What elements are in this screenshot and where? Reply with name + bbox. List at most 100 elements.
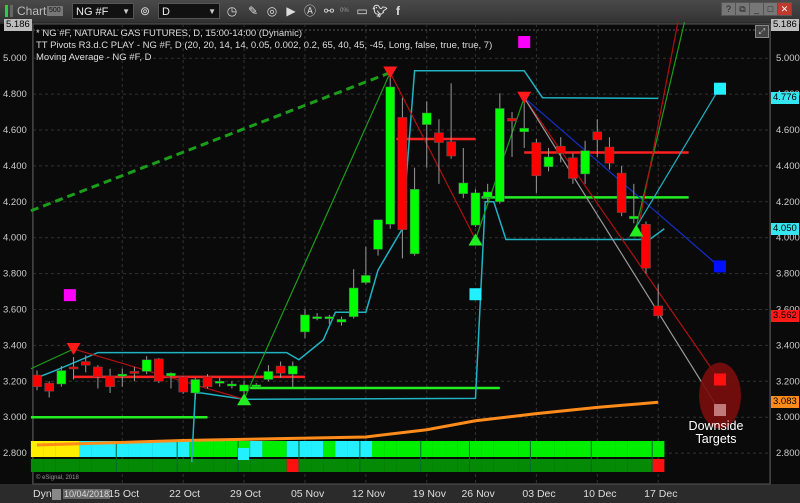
trend-strip-bottom-cell [530,459,543,472]
trend-strip-bottom-cell [286,459,299,472]
facebook-icon[interactable]: f [390,3,406,19]
candle-body [214,381,225,384]
trend-strip-bottom-cell [469,459,482,472]
trend-strip-bottom-cell [505,459,519,472]
price-chart[interactable]: 5.0005.0004.8004.8004.6004.6004.4004.400… [0,22,800,503]
start-date[interactable]: 10/04/2018 [63,489,111,499]
clock-icon[interactable]: ◷ [224,3,240,19]
trend-strip-bottom-cell [262,459,275,472]
maximize-button[interactable]: □ [763,2,778,16]
trend-strip-top-cell [189,441,202,457]
trend-strip-bottom-cell [384,459,397,472]
trend-strip-bottom-cell [566,459,580,472]
trend-strip-top-cell [615,441,628,457]
candle-body [129,371,140,374]
x-tick-label: 12 Nov [351,488,386,500]
y-tick-label-right: 3.400 [776,340,800,351]
price-tag: 4.050 [771,222,799,235]
y-tick-label-left: 4.200 [3,197,27,208]
candle-body [239,384,249,392]
pencil-icon[interactable]: ✎ [245,3,261,19]
y-tick-label-left: 3.000 [3,412,27,423]
chat-icon[interactable]: ▭ [354,3,370,19]
trend-strip-bottom-cell [152,459,165,472]
x-tick-label: 10 Dec [583,488,617,500]
candle-body [434,132,444,143]
expand-icon[interactable]: ⤢ [755,25,769,38]
legend-symbol: * NG #F, NATURAL GAS FUTURES, D, 15:00-1… [36,28,303,39]
candle-body [519,127,529,133]
chevron-down-icon: ▼ [122,7,130,16]
candle-body [422,112,432,125]
price-tag: 3.562 [771,310,799,323]
marker-square-magenta [63,289,76,302]
trend-strip-bottom-cell [603,459,616,472]
trend-strip-top-cell [371,441,385,457]
trend-strip-top-cell [396,441,409,457]
trend-strip-bottom-cell [420,459,433,472]
y-tick-label-right: 2.800 [776,448,800,459]
candle-body [397,117,408,230]
trend-strip-top-cell [530,441,543,457]
candle-body [68,366,79,370]
calendar-icon[interactable] [52,489,61,500]
candle-body [409,188,420,255]
link-icon[interactable]: ⊚ [137,3,153,19]
y-tick-label-left: 4.400 [3,161,27,172]
trend-strip-bottom-cell [103,459,117,472]
target-square-rosy [714,404,726,417]
candle-body [166,372,176,377]
twitter-icon[interactable]: 🐦︎ [372,3,388,19]
trend-strip-top-cell [591,441,604,457]
minimize-button[interactable]: _ [749,2,764,16]
trend-strip-top-cell [311,441,324,457]
x-tick-label: 05 Nov [290,488,325,500]
trend-strip-bottom-cell [298,459,312,472]
window-title: Chart [17,4,47,18]
candle-body [324,316,335,319]
symbol-dropdown[interactable]: NG #F ▼ [72,3,134,19]
trend-strip-bottom-cell [445,459,458,472]
candle-body [592,131,603,141]
chart-badge[interactable]: 500 [47,6,63,16]
candle-body [385,86,395,225]
trend-strip-bottom-cell [396,459,409,472]
candle-body [458,182,469,194]
candle-body [495,108,505,203]
alert-icon[interactable]: Ⓐ [302,3,318,19]
trend-strip-top-cell [140,441,153,457]
trend-strip-top-cell [408,441,421,457]
trend-strip-bottom-cell [579,459,592,472]
trend-strip-top-cell [298,441,312,457]
trend-strip-bottom-cell [67,459,80,472]
y-tick-label-right: 3.000 [776,412,800,423]
trend-strip-bottom-cell [347,459,360,472]
x-tick-label: 17 Dec [644,488,678,500]
plot-area [32,23,771,485]
trend-strip-bottom-cell [652,459,665,472]
candle-body [154,358,164,382]
play-icon[interactable]: ▶ [283,3,299,19]
downside-targets-label: Downside Targets [686,420,746,446]
percent-label: 0% [340,8,349,14]
x-tick-label: 15 Oct [108,488,140,500]
close-button[interactable]: ✕ [777,2,792,16]
trend-strip-top-cell [225,441,239,457]
restore-button[interactable]: ⧉ [735,2,750,16]
help-button[interactable]: ? [721,2,736,16]
trend-strip-bottom-cell [591,459,604,472]
candle-body [336,319,347,323]
price-tag: 3.083 [771,396,799,409]
trend-strip-top-cell [481,441,494,457]
trend-strip-top-cell [250,441,263,457]
y-tick-label-left: 4.000 [3,233,27,244]
interval-dropdown[interactable]: D ▼ [158,3,220,19]
trend-strip-bottom-cell [335,459,348,472]
chain-icon[interactable]: ⚯ [321,3,337,19]
candle-body [312,316,322,319]
price-tag-left: 5.186 [4,18,32,31]
trend-strip-top-cell [201,441,214,457]
indicator-icon[interactable]: ◎ [264,3,280,19]
candle-body [80,361,91,366]
candle-body [44,382,54,392]
